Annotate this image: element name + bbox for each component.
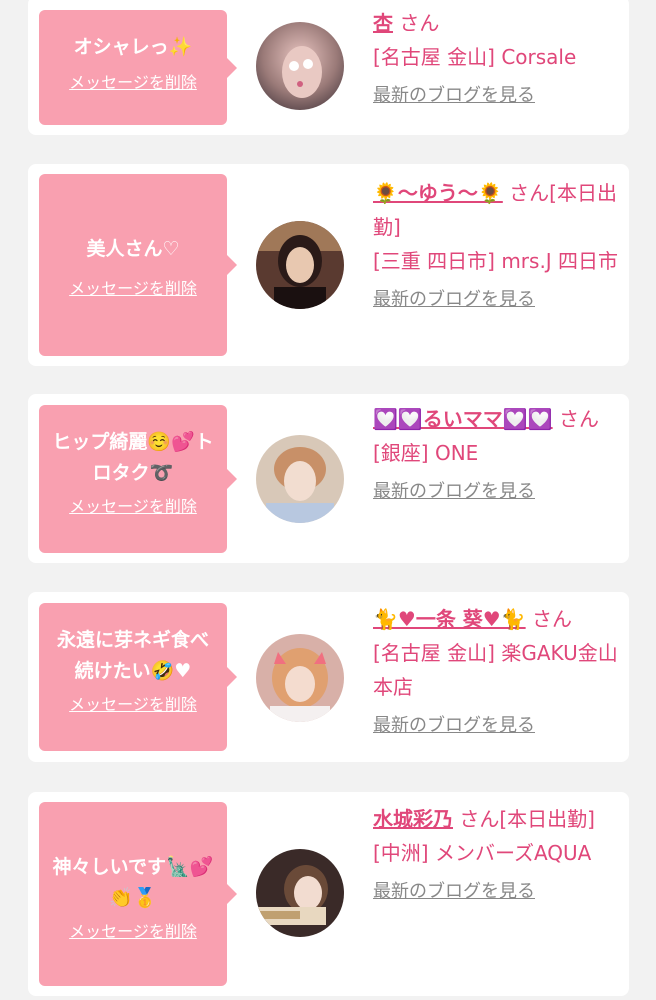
message-bubble: 神々しいです🗽💕👏🥇 メッセージを削除	[39, 802, 237, 986]
sender-suffix: さん	[552, 407, 599, 431]
sender-location: [三重 四日市] mrs.J 四日市	[373, 249, 619, 273]
delete-message-link[interactable]: メッセージを削除	[69, 695, 197, 715]
message-text: 美人さん♡	[86, 238, 180, 260]
delete-message-link[interactable]: メッセージを削除	[69, 73, 197, 93]
message-list: オシャレっ✨ メッセージを削除 杏 さん [名古屋 金山] Corsale 最新…	[0, 0, 656, 1000]
sender-info: 水城彩乃 さん[本日出勤] [中洲] メンバーズAQUA 最新のブログを見る	[373, 802, 623, 907]
message-bubble: 美人さん♡ メッセージを削除	[39, 174, 237, 356]
sender-name-link[interactable]: 🐈♥一条 葵♥🐈	[373, 607, 526, 631]
sender-name-link[interactable]: 杏	[373, 11, 393, 35]
sender-location: [銀座] ONE	[373, 441, 479, 465]
message-card: 美人さん♡ メッセージを削除 🌻〜ゆう〜🌻 さん[本日出勤] [三重 四日市] …	[28, 164, 629, 366]
sender-info: 🐈♥一条 葵♥🐈 さん [名古屋 金山] 楽GAKU金山本店 最新のブログを見る	[373, 602, 623, 741]
delete-message-link[interactable]: メッセージを削除	[69, 922, 197, 942]
delete-message-link[interactable]: メッセージを削除	[69, 497, 197, 517]
message-card: 神々しいです🗽💕👏🥇 メッセージを削除 水城彩乃 さん[本日出勤] [中洲] メ…	[28, 792, 629, 996]
message-text: ヒップ綺麗☺️💕トロタク➰	[52, 431, 214, 484]
avatar[interactable]	[256, 634, 344, 722]
message-text: 永遠に芽ネギ食べ続けたい🤣♥	[56, 629, 209, 682]
sender-location: [名古屋 金山] Corsale	[373, 45, 577, 69]
avatar[interactable]	[256, 435, 344, 523]
sender-name-link[interactable]: 🌻〜ゆう〜🌻	[373, 181, 503, 205]
sender-name-link[interactable]: 水城彩乃	[373, 807, 453, 831]
latest-blog-link[interactable]: 最新のブログを見る	[373, 880, 535, 904]
sender-name-link[interactable]: 💟💟るいママ💟💟	[373, 407, 553, 431]
message-bubble: 永遠に芽ネギ食べ続けたい🤣♥ メッセージを削除	[39, 603, 237, 751]
message-card: ヒップ綺麗☺️💕トロタク➰ メッセージを削除 💟💟るいママ💟💟 さん [銀座] …	[28, 394, 629, 563]
sender-suffix: さん	[393, 11, 440, 35]
latest-blog-link[interactable]: 最新のブログを見る	[373, 714, 535, 738]
sender-location: [名古屋 金山] 楽GAKU金山本店	[373, 641, 618, 699]
avatar[interactable]	[256, 22, 344, 110]
message-text: 神々しいです🗽💕👏🥇	[52, 856, 214, 909]
sender-location: [中洲] メンバーズAQUA	[373, 841, 592, 865]
message-card: オシャレっ✨ メッセージを削除 杏 さん [名古屋 金山] Corsale 最新…	[28, 0, 629, 135]
latest-blog-link[interactable]: 最新のブログを見る	[373, 288, 535, 312]
message-text: オシャレっ✨	[73, 36, 193, 58]
latest-blog-link[interactable]: 最新のブログを見る	[373, 84, 535, 108]
message-card: 永遠に芽ネギ食べ続けたい🤣♥ メッセージを削除 🐈♥一条 葵♥🐈 さん [名古屋…	[28, 592, 629, 762]
avatar[interactable]	[256, 849, 344, 937]
sender-suffix: さん	[525, 607, 572, 631]
message-bubble: オシャレっ✨ メッセージを削除	[39, 10, 237, 125]
latest-blog-link[interactable]: 最新のブログを見る	[373, 480, 535, 504]
sender-suffix: さん[本日出勤]	[453, 807, 595, 831]
sender-info: 💟💟るいママ💟💟 さん [銀座] ONE 最新のブログを見る	[373, 402, 623, 507]
delete-message-link[interactable]: メッセージを削除	[69, 279, 197, 299]
sender-info: 杏 さん [名古屋 金山] Corsale 最新のブログを見る	[373, 6, 623, 111]
avatar[interactable]	[256, 221, 344, 309]
sender-info: 🌻〜ゆう〜🌻 さん[本日出勤] [三重 四日市] mrs.J 四日市 最新のブロ…	[373, 176, 623, 315]
message-bubble: ヒップ綺麗☺️💕トロタク➰ メッセージを削除	[39, 405, 237, 553]
